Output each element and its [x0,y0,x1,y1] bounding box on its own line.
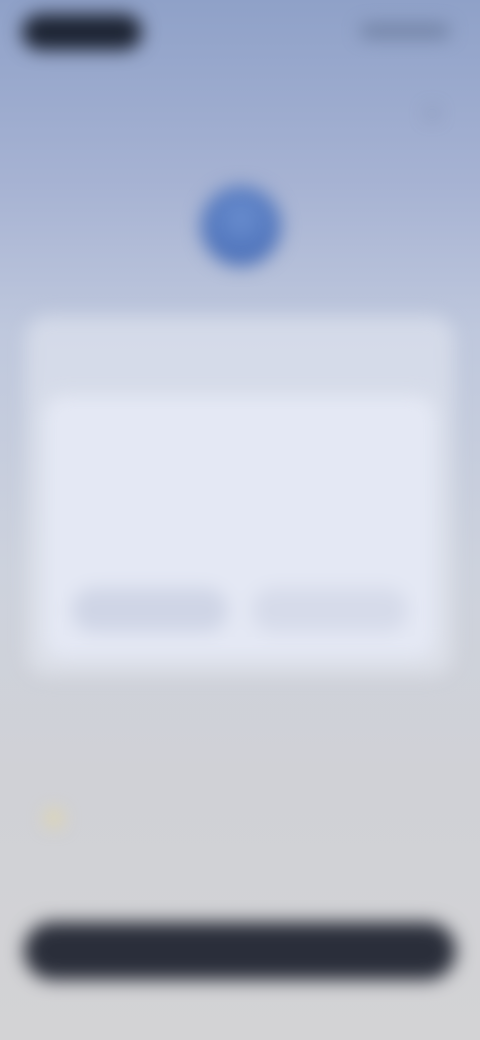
info-icon [46,810,62,826]
info-text [82,830,442,880]
dialog-primary-button[interactable] [252,588,408,632]
dialog-body [86,484,392,554]
close-icon[interactable]: ✕ [418,104,446,124]
blurred-screen: ✕ [0,0,480,1040]
dialog-title [86,424,386,472]
info-title [82,804,282,826]
status-indicators [360,24,450,38]
continue-button[interactable] [24,922,456,980]
dialog-secondary-button[interactable] [72,588,228,632]
status-pill [22,14,142,50]
intro-text [60,334,420,384]
app-icon [201,186,281,266]
